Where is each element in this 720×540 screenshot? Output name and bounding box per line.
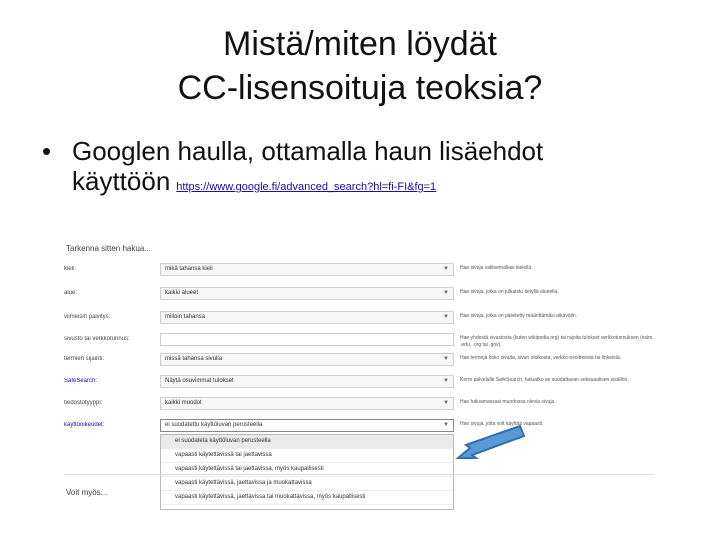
arrow-icon bbox=[455, 424, 526, 459]
pointer-arrow-shape bbox=[455, 424, 526, 459]
